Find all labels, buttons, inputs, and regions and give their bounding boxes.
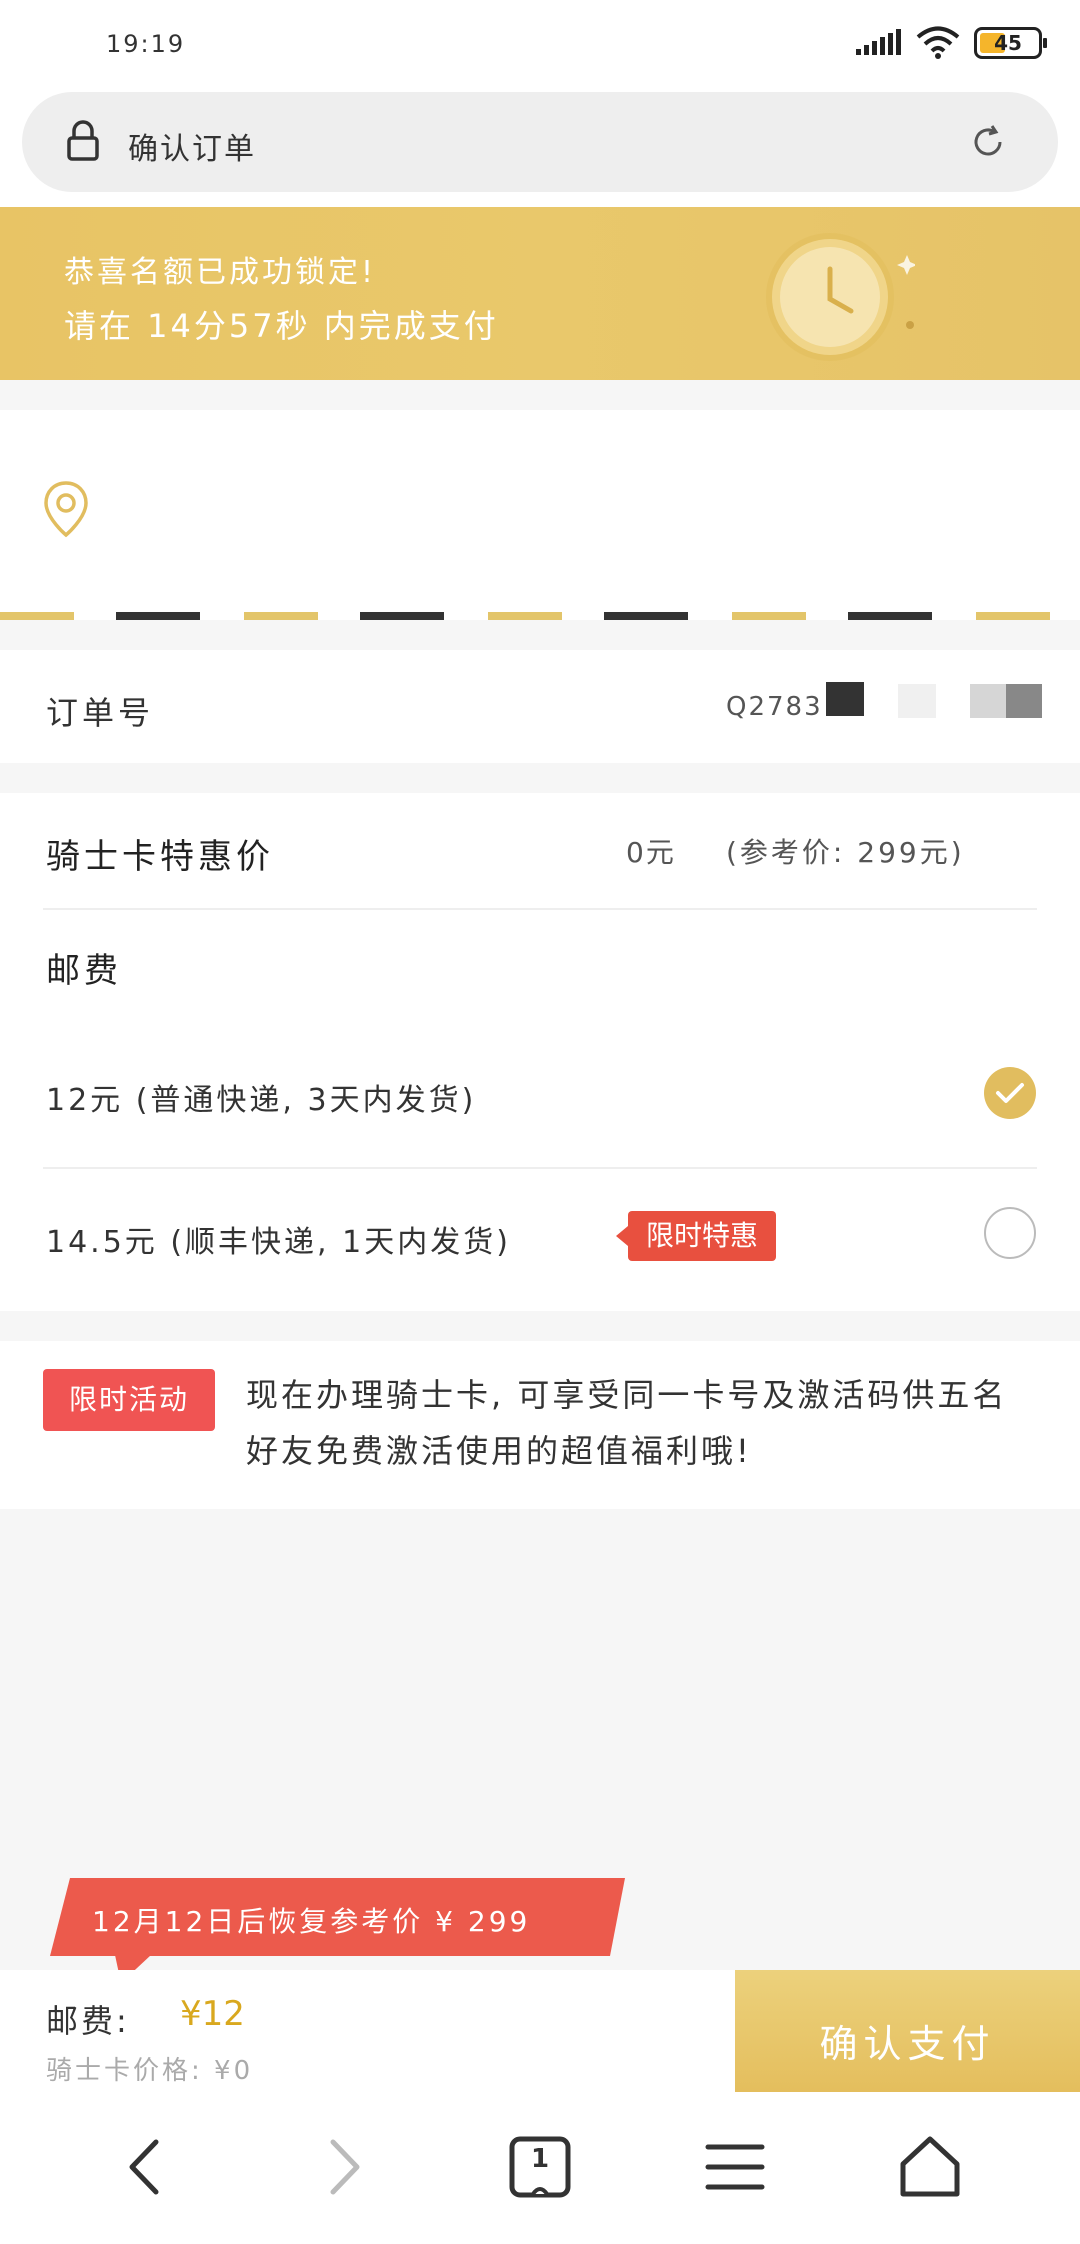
refresh-icon[interactable] [968,122,1008,162]
confirm-pay-button[interactable]: 确认支付 [735,1970,1080,2092]
countdown-banner: 恭喜名额已成功锁定! 请在 14分57秒 内完成支付 [0,207,1080,380]
footer-knight-card-price: 骑士卡价格: ¥0 [46,2056,254,2086]
shipping-address-card[interactable] [0,410,1080,620]
location-pin-icon [44,481,88,538]
postage-option-express-label: 14.5元 (顺丰快递, 1天内发货) [46,1225,511,1260]
forward-arrow-icon [330,2139,360,2195]
browser-bottom-nav: 1 [0,2092,1080,2244]
divider [43,908,1037,910]
tabs-button[interactable]: 1 [495,2122,585,2212]
menu-button[interactable] [690,2122,780,2212]
checked-radio-icon[interactable] [984,1067,1036,1119]
back-button[interactable] [99,2122,189,2212]
checkout-footer: 邮费: ¥12 骑士卡价格: ¥0 确认支付 [0,1970,1080,2092]
promo-banner: 限时活动 现在办理骑士卡, 可享受同一卡号及激活码供五名好友免费激活使用的超值福… [0,1341,1080,1509]
envelope-stripe-divider [0,612,1080,620]
ribbon-text: 12月12日后恢复参考价 ¥ 299 [92,1905,531,1938]
battery-icon: 45 [974,27,1047,59]
signal-icon [856,29,901,55]
clock-icon [766,233,915,361]
page-title: 确认订单 [128,132,256,167]
promo-badge: 限时活动 [43,1369,215,1431]
redaction-block [826,682,864,716]
back-arrow-icon [129,2139,159,2195]
home-button[interactable] [885,2122,975,2212]
knight-card-label: 骑士卡特惠价 [46,837,274,877]
status-bar: 19:19 45 [0,0,1080,90]
status-icons: 45 [856,26,1047,60]
menu-icon [705,2144,765,2190]
promo-text: 现在办理骑士卡, 可享受同一卡号及激活码供五名好友免费激活使用的超值福利哦! [246,1376,1008,1470]
price-section: 骑士卡特惠价 0元 (参考价: 299元) 邮费 12元 (普通快递, 3天内发… [0,793,1080,1311]
order-number-row: 订单号 Q2783 [0,650,1080,763]
lock-icon [67,120,99,161]
divider [43,1167,1037,1169]
redaction-block [1006,684,1042,718]
order-number-label: 订单号 [46,694,155,732]
address-field[interactable]: 确认订单 [22,92,1058,192]
redaction-block [970,684,1006,718]
browser-address-bar: 确认订单 [0,90,1080,207]
forward-button[interactable] [300,2122,390,2212]
home-icon [900,2136,960,2197]
postage-option-standard-label: 12元 (普通快递, 3天内发货) [46,1083,477,1118]
knight-card-reference-price: (参考价: 299元) [726,836,965,869]
postage-label: 邮费 [46,951,122,991]
footer-postage-label: 邮费: [46,2002,130,2040]
banner-countdown-text: 请在 14分57秒 内完成支付 [64,307,499,345]
wifi-icon [916,26,960,59]
limited-offer-badge: 限时特惠 [615,1211,777,1261]
footer-postage-value: ¥12 [180,1994,245,2034]
battery-level: 45 [994,31,1022,55]
order-number-value: Q2783 [726,692,823,722]
redaction-block [898,684,936,718]
tab-count: 1 [530,2144,550,2174]
knight-card-price: 0元 [626,836,676,869]
unchecked-radio-icon[interactable] [984,1207,1036,1259]
banner-success-text: 恭喜名额已成功锁定! [64,255,377,290]
status-time: 19:19 [106,30,186,58]
order-confirm-page: 19:19 45 确认订单 恭喜名额已成功锁定! 请在 14分57秒 内完成支付… [0,0,1080,2244]
